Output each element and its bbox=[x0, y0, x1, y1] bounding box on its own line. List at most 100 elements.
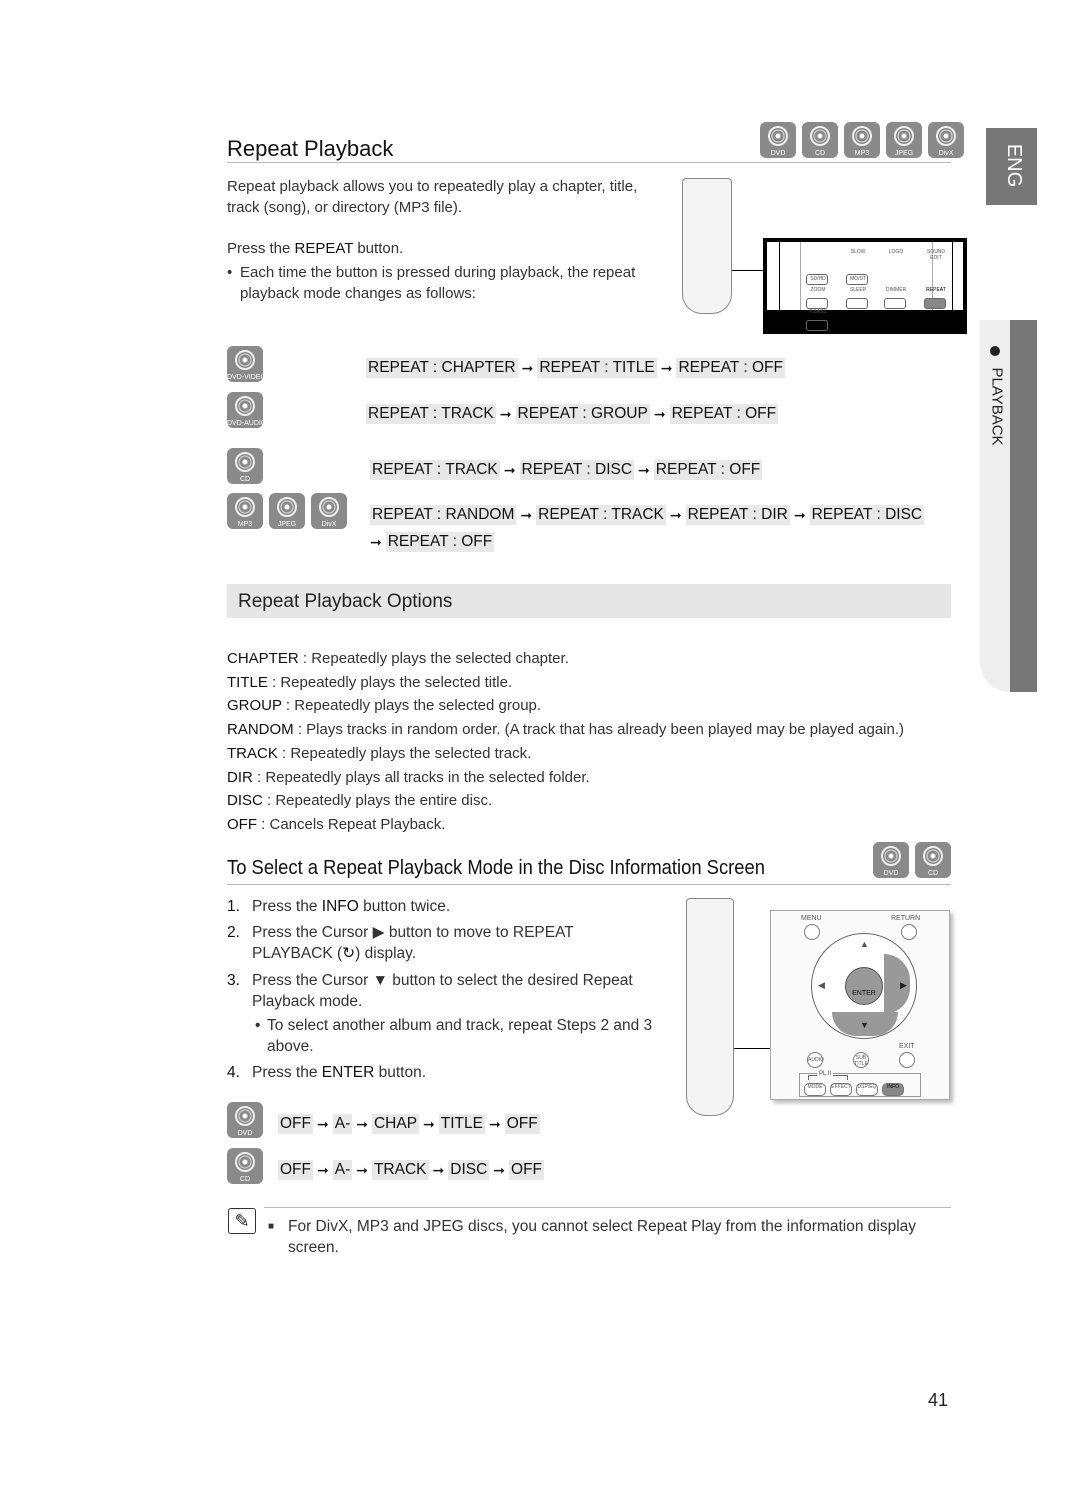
mode-item: REPEAT : OFF bbox=[385, 532, 495, 552]
arrow-icon: ➞ bbox=[499, 405, 512, 422]
bullet-text: • Each time the button is pressed during … bbox=[227, 264, 636, 302]
option-item: CHAPTER : Repeatedly plays the selected … bbox=[227, 650, 569, 667]
mode-item: CHAP bbox=[371, 1114, 420, 1134]
mode-item: REPEAT : GROUP bbox=[515, 404, 650, 424]
mode-item: REPEAT : CHAPTER bbox=[366, 358, 518, 378]
mode-item: TRACK bbox=[371, 1160, 429, 1180]
note-icon: ✎ bbox=[228, 1208, 256, 1234]
remote-label: MO/ST bbox=[850, 276, 866, 282]
disc-cd-icon: CD bbox=[802, 122, 838, 158]
mode-item: OFF bbox=[278, 1160, 313, 1180]
arrow-icon: ➞ bbox=[488, 1115, 501, 1132]
option-item: GROUP : Repeatedly plays the selected gr… bbox=[227, 697, 542, 715]
disc-cd-icon: CD bbox=[227, 448, 263, 484]
mode-item: REPEAT : TRACK bbox=[370, 460, 500, 480]
remote-label: ZOOM bbox=[810, 287, 826, 293]
mode-item: OFF bbox=[509, 1160, 545, 1180]
remote-illustration-2 bbox=[686, 898, 734, 1116]
mode-item: REPEAT : OFF bbox=[669, 404, 779, 424]
remote-zoom-repeat: SD/HD MO/ST ZOOM SLEEP DIMMER REPEAT P.BASS SLO… bbox=[763, 238, 967, 334]
remote-zoom-navigation: MENU RETURN ENTER ▲ ▼ ◀ ▶ EXIT AUDIO SUB… bbox=[770, 910, 950, 1100]
disc-dvd-icon: DVD bbox=[227, 1102, 263, 1138]
mode-item: DISC bbox=[448, 1160, 490, 1180]
remote-label: SD/HD bbox=[810, 276, 826, 282]
arrow-icon: ➞ bbox=[638, 461, 650, 478]
arrow-icon: ➞ bbox=[660, 359, 673, 376]
mode-item: OFF bbox=[278, 1114, 313, 1134]
options-list: CHAPTER : Repeatedly plays the selected … bbox=[227, 647, 967, 837]
language-tab: ENG bbox=[986, 128, 1037, 205]
disc-mp3-icon: MP3 bbox=[227, 493, 263, 529]
mode-item: OFF bbox=[504, 1114, 540, 1134]
remote-label: DIMMER bbox=[885, 287, 907, 293]
page-number: 41 bbox=[928, 1390, 949, 1410]
option-item: OFF : Cancels Repeat Playback. bbox=[227, 815, 446, 833]
arrow-icon: ➞ bbox=[356, 1115, 368, 1132]
remote-label: P.BASS bbox=[809, 309, 827, 315]
disc-mp3-icon: MP3 bbox=[844, 122, 880, 158]
step: 1. Press the INFO button twice. bbox=[227, 898, 451, 915]
arrow-icon: ➞ bbox=[493, 1161, 506, 1178]
disc-dvd-icon: DVD bbox=[873, 842, 909, 878]
remote-label: LOGO bbox=[888, 249, 904, 255]
mode-sequence: REPEAT : CHAPTER ➞ REPEAT : TITLE ➞ REPEAT :… bbox=[366, 358, 785, 378]
disc-jpeg-icon: JPEG bbox=[269, 493, 305, 529]
disc-dvd-audio-icon: DVD-AUDIO bbox=[227, 392, 266, 428]
disc-cd-icon: CD bbox=[915, 842, 951, 878]
pl2-label: PL II bbox=[817, 1071, 834, 1077]
remote-label: SOUND EDIT bbox=[926, 249, 946, 261]
return-button bbox=[901, 924, 917, 940]
chapter-dot-icon bbox=[990, 346, 1000, 356]
note-text: ■ For DivX, MP3 and JPEG discs, you canno… bbox=[268, 1218, 917, 1256]
mode-item: REPEAT : DISC bbox=[519, 460, 635, 480]
disc-dvd-icon: DVD bbox=[760, 122, 796, 158]
mode-sequence: REPEAT : TRACK ➞ REPEAT : DISC ➞ REPEAT : OF… bbox=[370, 460, 763, 480]
step: 4. Press the ENTER button. bbox=[227, 1064, 427, 1081]
remote-illustration bbox=[682, 178, 732, 314]
disc-dvd-video-icon: DVD-VIDEO bbox=[227, 346, 266, 382]
options-header: Repeat Playback Options bbox=[227, 584, 951, 618]
arrow-icon: ➞ bbox=[653, 405, 666, 422]
disc-divx-icon: DivX bbox=[311, 493, 347, 529]
chapter-label: PLAYBACK bbox=[988, 367, 1006, 446]
disc-divx-icon: DivX bbox=[928, 122, 964, 158]
option-item: DIR : Repeatedly plays all tracks in the… bbox=[227, 768, 590, 786]
remote-label: REPEAT bbox=[926, 287, 946, 293]
mode-item: REPEAT : TRACK bbox=[366, 404, 496, 424]
arrow-icon: ➞ bbox=[432, 1161, 445, 1178]
option-item: RANDOM : Plays tracks in random order. (… bbox=[227, 721, 904, 739]
option-item: TITLE : Repeatedly plays the selected ti… bbox=[227, 673, 513, 691]
disc-cd-icon: CD bbox=[227, 1148, 263, 1184]
arrow-icon: ➞ bbox=[317, 1161, 329, 1178]
mode-item: A- bbox=[332, 1114, 353, 1134]
mode-item: A- bbox=[332, 1160, 353, 1180]
mode-item: REPEAT : DISC bbox=[809, 505, 925, 525]
mode-item: REPEAT : DIR bbox=[685, 505, 790, 525]
mode-sequence: REPEAT : RANDOM ➞ REPEAT : TRACK ➞ REPEAT : … bbox=[370, 505, 925, 525]
menu-button bbox=[804, 924, 820, 940]
arrow-icon: ➞ bbox=[793, 506, 806, 523]
header-badges: DVD CD MP3 JPEG DivX bbox=[760, 122, 964, 158]
disc-jpeg-icon: JPEG bbox=[886, 122, 922, 158]
arrow-icon: ➞ bbox=[520, 506, 533, 523]
mode-item: REPEAT : TITLE bbox=[537, 358, 657, 378]
step: 2. Press the Cursor ▶ button to move to R… bbox=[227, 924, 574, 962]
intro-text: Repeat playback allows you to repeatedly… bbox=[227, 178, 638, 216]
mode-item: REPEAT : OFF bbox=[653, 460, 763, 480]
mode-sequence: REPEAT : TRACK ➞ REPEAT : GROUP ➞ REPEAT : O… bbox=[366, 404, 779, 424]
section2-title: To Select a Repeat Playback Mode in the … bbox=[227, 857, 765, 879]
option-item: DISC : Repeatedly plays the entire disc. bbox=[227, 792, 493, 810]
arrow-icon: ➞ bbox=[669, 506, 682, 523]
arrow-icon: ➞ bbox=[503, 461, 516, 478]
remote-label: SLOW bbox=[850, 249, 866, 255]
mode-item: REPEAT : OFF bbox=[676, 358, 785, 378]
mode-item: REPEAT : TRACK bbox=[536, 505, 666, 525]
remote-label: SLEEP bbox=[849, 287, 867, 293]
arrow-icon: ➞ bbox=[423, 1115, 435, 1132]
cursor-ring: ENTER ▲ ▼ ◀ ▶ bbox=[811, 933, 917, 1039]
arrow-icon: ➞ bbox=[356, 1161, 368, 1178]
arrow-icon: ➞ bbox=[317, 1115, 329, 1132]
arrow-icon: ➞ bbox=[521, 359, 534, 376]
step: 3. Press the Cursor ▼ button to select th… bbox=[227, 972, 633, 1010]
mode-item: TITLE bbox=[438, 1114, 485, 1134]
